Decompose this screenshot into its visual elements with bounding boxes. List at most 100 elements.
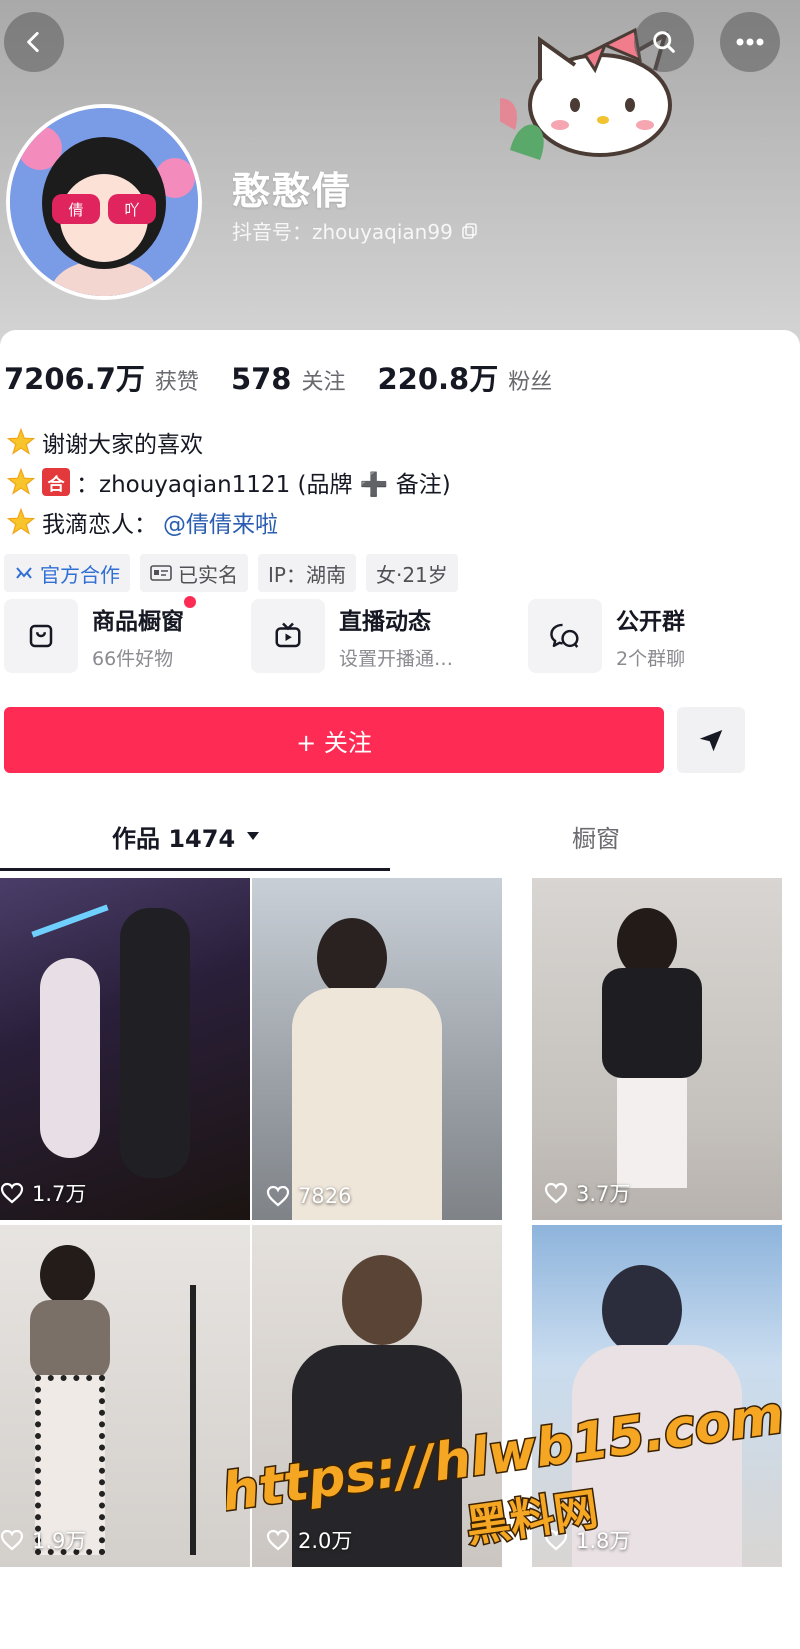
video-thumbnail[interactable]: 7826 (252, 878, 502, 1220)
video-likes: 1.9万 (0, 1525, 86, 1555)
stat-number: 220.8万 (377, 362, 499, 396)
send-icon (699, 730, 723, 752)
heart-icon (266, 1185, 290, 1207)
video-tripod (190, 1285, 196, 1555)
search-button[interactable] (634, 12, 694, 72)
tag-label: 官方合作 (40, 562, 120, 587)
service-subtitle: 66件好物 (92, 647, 174, 670)
heart-icon (0, 1529, 24, 1551)
service-icon-box (251, 599, 325, 673)
tab-label: 作品 1474 (112, 824, 236, 853)
service-live[interactable]: 直播动态 设置开播通… (251, 598, 453, 674)
video-light (31, 904, 109, 938)
tag-official[interactable]: 官方合作 (4, 554, 130, 592)
glowing-star-icon (6, 507, 36, 535)
stat-following[interactable]: 578 关注 (231, 362, 346, 396)
id-card-icon (150, 565, 172, 581)
video-likes: 7826 (266, 1184, 351, 1208)
tag-gender-age: 女·21岁 (365, 554, 458, 592)
heart-icon (544, 1182, 568, 1204)
bio-line: 谢谢大家的喜欢 (6, 422, 451, 462)
video-thumbnail[interactable]: 1.7万 (0, 878, 250, 1220)
douyin-id-text: 抖音号：zhouyaqian99 (232, 220, 453, 244)
service-title: 商品橱窗 (92, 595, 196, 636)
video-likes: 1.7万 (0, 1178, 86, 1208)
more-dots-icon (736, 38, 764, 46)
stat-number: 7206.7万 (4, 362, 145, 396)
stat-number: 578 (230, 362, 292, 396)
tag-row: 官方合作 已实名 IP：湖南 女·21岁 (4, 554, 458, 592)
video-figure (120, 908, 190, 1178)
more-button[interactable] (720, 12, 780, 72)
bio-text: 谢谢大家的喜欢 (42, 432, 203, 458)
stats-row: 7206.7万 获赞 578 关注 220.8万 粉丝 (4, 356, 584, 406)
likes-count: 7826 (298, 1184, 352, 1208)
watermark: https://hlwb15.com 黑料网 (226, 1396, 786, 1554)
likes-count: 1.7万 (32, 1182, 87, 1206)
active-tab-indicator (0, 868, 390, 871)
service-shop-window[interactable]: 商品橱窗 66件好物 (4, 595, 196, 674)
glowing-star-icon (6, 467, 36, 495)
caret-down-icon (247, 832, 260, 840)
he-badge-icon: 合 (42, 468, 70, 496)
tag-label: 女·21岁 (375, 562, 448, 587)
svg-text:吖: 吖 (124, 201, 139, 219)
bio-text: 我滴恋人： (42, 512, 157, 538)
follow-button[interactable]: + 关注 (4, 707, 664, 773)
avatar[interactable]: 倩 吖 (6, 104, 202, 300)
likes-count: 3.7万 (576, 1182, 631, 1206)
share-button[interactable] (677, 707, 745, 773)
svg-text:倩: 倩 (68, 201, 83, 219)
tv-icon (275, 622, 301, 648)
likes-count: 1.9万 (32, 1529, 87, 1553)
video-figure (317, 918, 387, 998)
services-row: 商品橱窗 66件好物 直播动态 设置开播通… 公开群 2个群聊 (4, 595, 794, 674)
video-thumbnail[interactable]: 3.7万 (532, 878, 782, 1220)
video-figure (342, 1255, 422, 1345)
tab-works[interactable]: 作品 1474 (112, 800, 261, 872)
tag-verified[interactable]: 已实名 (140, 554, 248, 592)
service-group[interactable]: 公开群 2个群聊 (528, 598, 685, 674)
chevron-left-icon (27, 31, 39, 53)
douyin-id[interactable]: 抖音号：zhouyaqian99 (232, 216, 479, 245)
service-title-text: 商品橱窗 (92, 608, 184, 635)
heart-icon (0, 1182, 24, 1204)
watermark-site-name: 黑料网 (463, 1484, 601, 1553)
bio-text: ：zhouyaqian1121 (品牌 ➕ 备注) (76, 472, 451, 498)
tab-shop-window[interactable]: 橱窗 (572, 800, 620, 872)
stat-likes: 7206.7万 获赞 (4, 356, 199, 398)
tag-label: IP：湖南 (268, 562, 346, 587)
mention-link[interactable]: @倩倩来啦 (163, 505, 278, 539)
service-title: 公开群 (616, 608, 685, 635)
profile-header: 倩 吖 憨憨倩 抖音号：zhouyaqian99 (0, 0, 800, 345)
back-button[interactable] (4, 12, 64, 72)
chat-icon (550, 623, 579, 648)
nickname: 憨憨倩 (232, 169, 353, 213)
service-title: 直播动态 (339, 608, 431, 635)
glowing-star-icon (6, 427, 36, 455)
service-subtitle: 2个群聊 (616, 647, 686, 670)
video-figure (602, 968, 702, 1078)
copy-icon[interactable] (461, 222, 479, 240)
search-icon (653, 31, 675, 53)
stat-label: 获赞 (154, 370, 199, 395)
tag-ip: IP：湖南 (258, 554, 356, 592)
notification-dot (184, 595, 196, 608)
bio: 谢谢大家的喜欢 合 ：zhouyaqian1121 (品牌 ➕ 备注) 我滴恋人… (6, 422, 451, 542)
content-tabs: 作品 1474 橱窗 (0, 800, 800, 872)
bio-line: 合 ：zhouyaqian1121 (品牌 ➕ 备注) (6, 462, 451, 502)
official-cooperation-icon (16, 567, 32, 579)
tag-label: 已实名 (178, 562, 238, 587)
video-figure (602, 1265, 682, 1355)
video-figure (40, 958, 100, 1158)
service-subtitle: 设置开播通… (339, 647, 454, 670)
stat-followers[interactable]: 220.8万 粉丝 (378, 356, 553, 398)
avatar-illustration: 倩 吖 (10, 108, 198, 296)
bag-icon (29, 624, 53, 648)
bio-line: 我滴恋人： @倩倩来啦 (6, 502, 451, 542)
tab-label: 橱窗 (572, 824, 620, 853)
stat-label: 关注 (301, 370, 346, 395)
stat-label: 粉丝 (508, 370, 553, 395)
video-figure (30, 1300, 110, 1380)
video-thumbnail[interactable]: 1.9万 (0, 1225, 250, 1567)
